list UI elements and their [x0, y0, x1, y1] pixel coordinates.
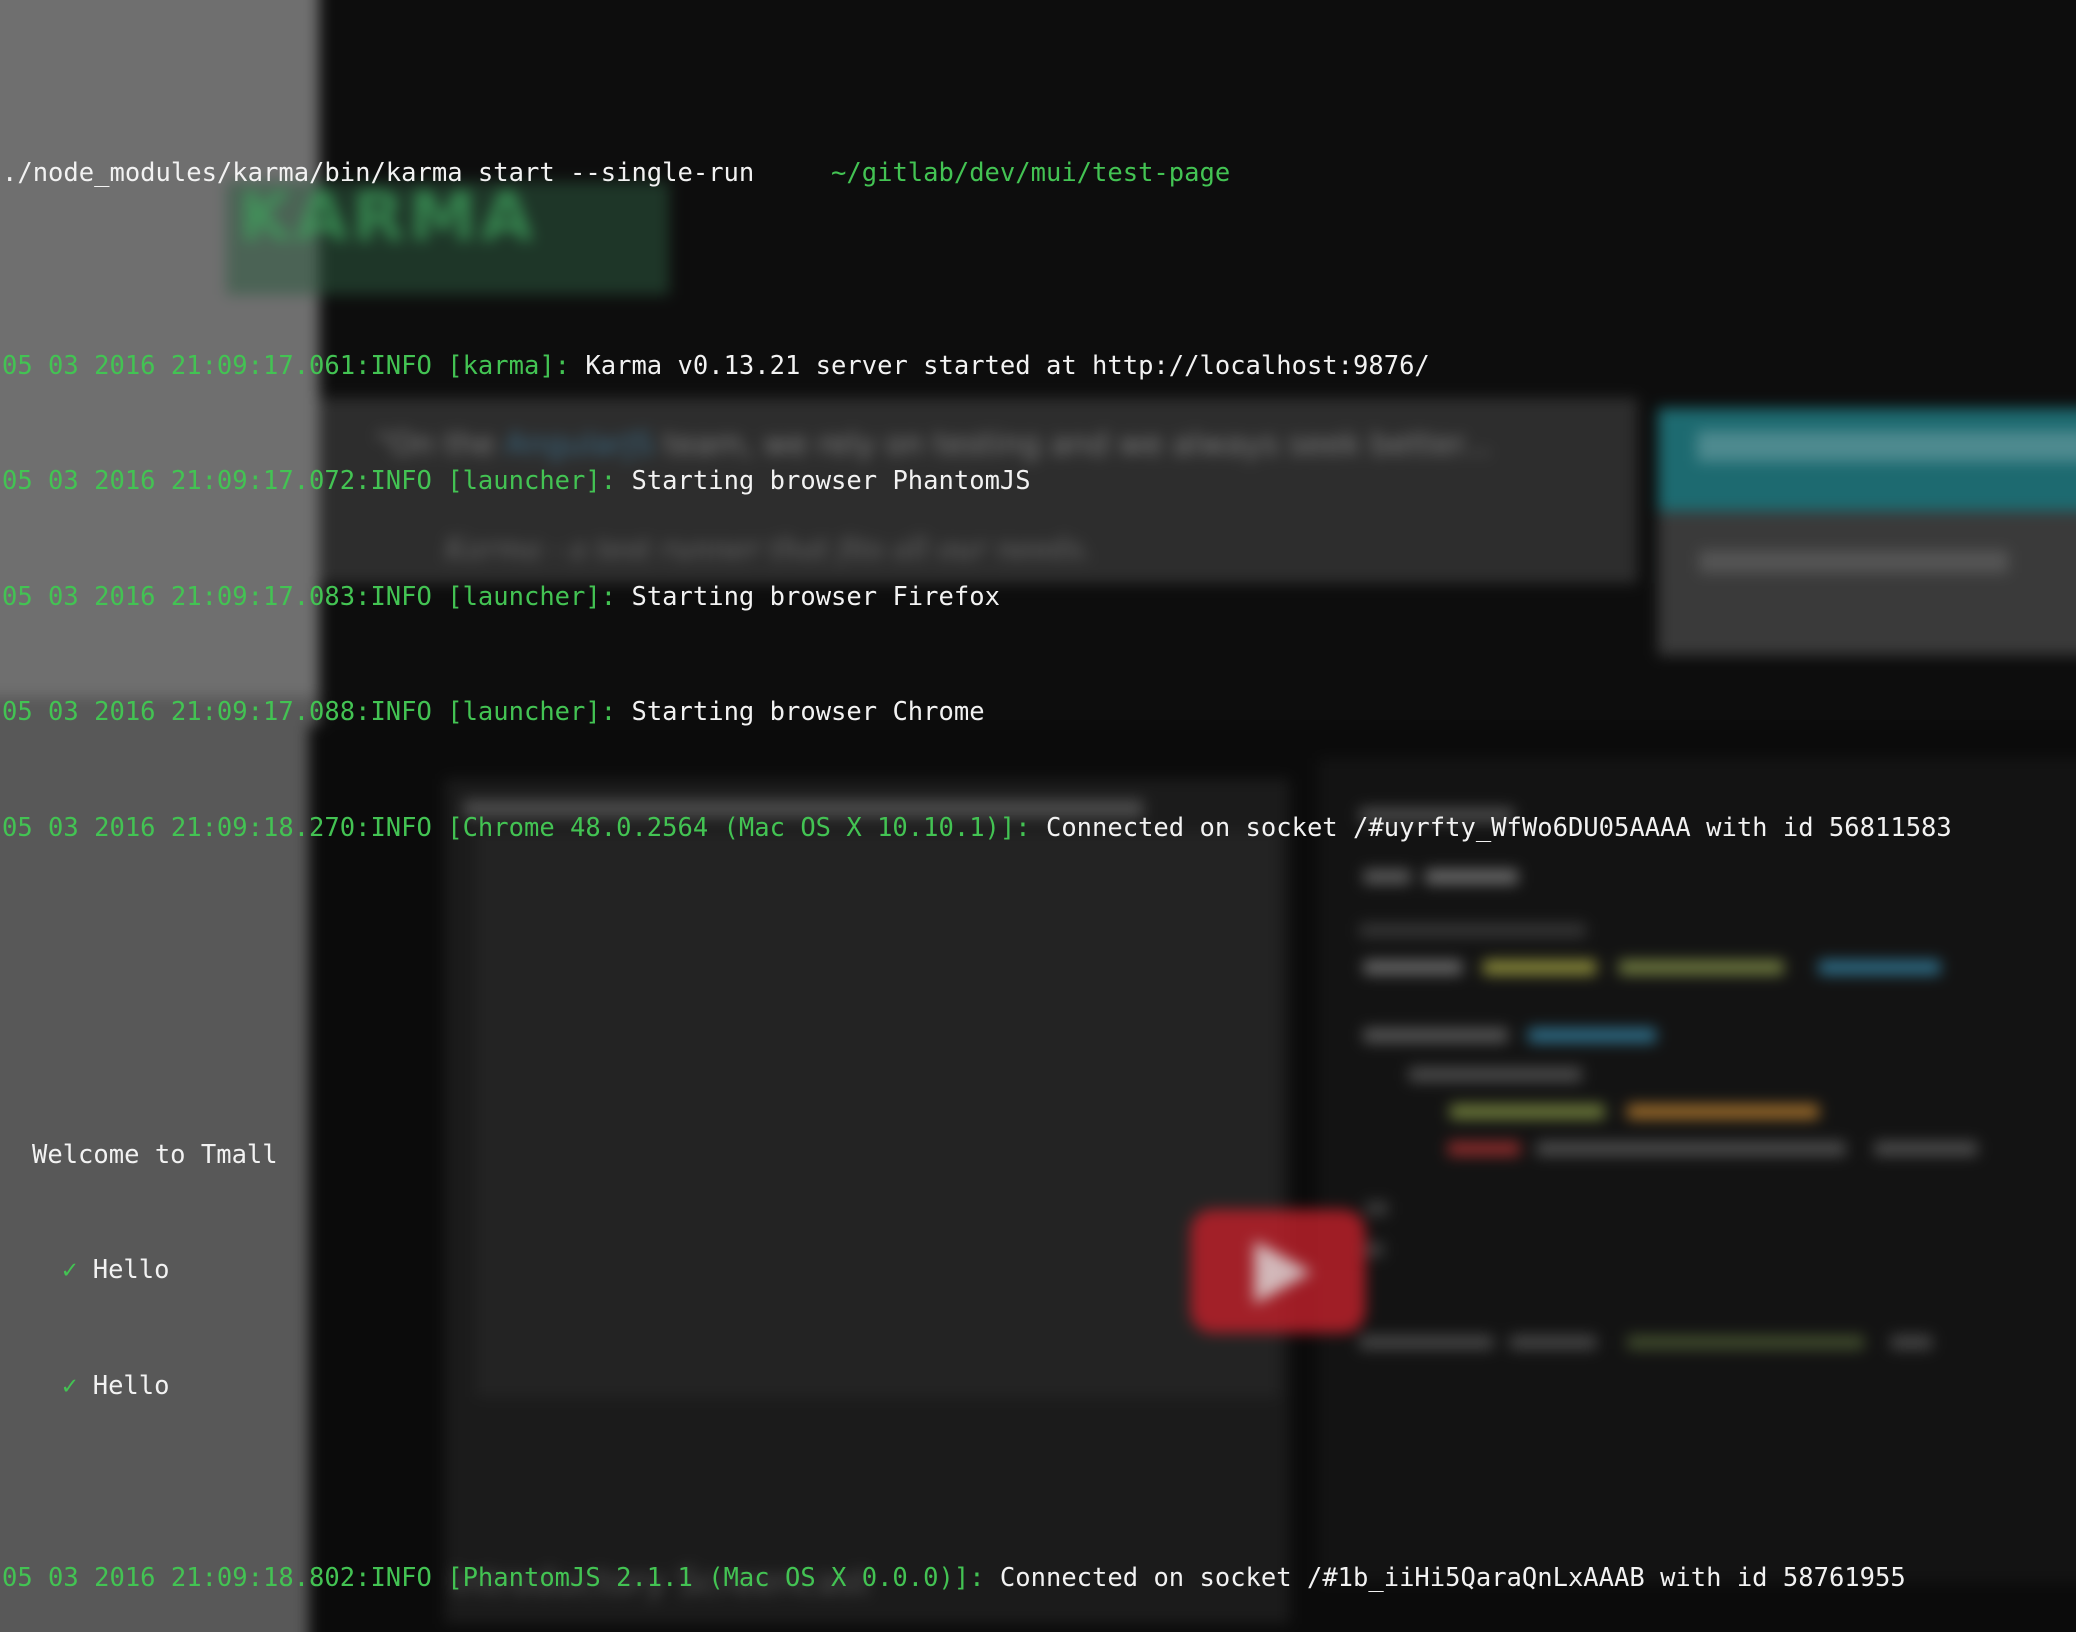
log-tag: [karma]:: [447, 351, 570, 381]
terminal-command: ./node_modules/karma/bin/karma start --s…: [2, 158, 754, 188]
log-line: 05 03 2016 21:09:18.270:INFO [Chrome 48.…: [0, 809, 2076, 848]
log-message: Karma v0.13.21 server started at http://…: [570, 351, 1430, 381]
log-message: Connected on socket /#uyrfty_WfWo6DU05AA…: [1031, 813, 1952, 843]
log-tag: [PhantomJS 2.1.1 (Mac OS X 0.0.0)]:: [447, 1563, 984, 1593]
log-line: 05 03 2016 21:09:17.088:INFO [launcher]:…: [0, 693, 2076, 732]
log-timestamp: 05 03 2016 21:09:17.072:INFO: [2, 466, 447, 496]
suite-title: Welcome to Tmall: [0, 1136, 2076, 1175]
log-timestamp: 05 03 2016 21:09:18.802:INFO: [2, 1563, 447, 1593]
check-icon: ✓: [62, 1371, 77, 1401]
spec-label: Hello: [93, 1371, 170, 1401]
log-message: Starting browser Chrome: [616, 697, 984, 727]
log-timestamp: 05 03 2016 21:09:17.083:INFO: [2, 582, 447, 612]
log-line: 05 03 2016 21:09:17.072:INFO [launcher]:…: [0, 462, 2076, 501]
spec-label: Hello: [93, 1255, 170, 1285]
spec-result: ✓ Hello: [0, 1251, 2076, 1290]
log-line: 05 03 2016 21:09:17.061:INFO [karma]: Ka…: [0, 347, 2076, 386]
log-tag: [Chrome 48.0.2564 (Mac OS X 10.10.1)]:: [447, 813, 1030, 843]
log-tag: [launcher]:: [447, 697, 616, 727]
log-tag: [launcher]:: [447, 582, 616, 612]
screenshot-stage: KARMA “On the AngularJS team, we rely on…: [0, 0, 2076, 1632]
log-line: 05 03 2016 21:09:17.083:INFO [launcher]:…: [0, 578, 2076, 617]
spacer: [0, 963, 2076, 982]
log-timestamp: 05 03 2016 21:09:18.270:INFO: [2, 813, 447, 843]
log-tag: [launcher]:: [447, 466, 616, 496]
spec-result: ✓ Hello: [0, 1367, 2076, 1406]
check-icon: ✓: [62, 1255, 77, 1285]
log-message: Connected on socket /#1b_iiHi5QaraQnLxAA…: [985, 1563, 1906, 1593]
log-line-phantomjs: 05 03 2016 21:09:18.802:INFO [PhantomJS …: [0, 1559, 2076, 1598]
terminal-cwd: ~/gitlab/dev/mui/test-page: [831, 158, 1230, 188]
terminal-command-line: ./node_modules/karma/bin/karma start --s…: [0, 154, 2076, 193]
terminal-output[interactable]: ./node_modules/karma/bin/karma start --s…: [0, 0, 2076, 1632]
log-timestamp: 05 03 2016 21:09:17.061:INFO: [2, 351, 447, 381]
log-timestamp: 05 03 2016 21:09:17.088:INFO: [2, 697, 447, 727]
log-message: Starting browser Firefox: [616, 582, 1000, 612]
log-message: Starting browser PhantomJS: [616, 466, 1031, 496]
